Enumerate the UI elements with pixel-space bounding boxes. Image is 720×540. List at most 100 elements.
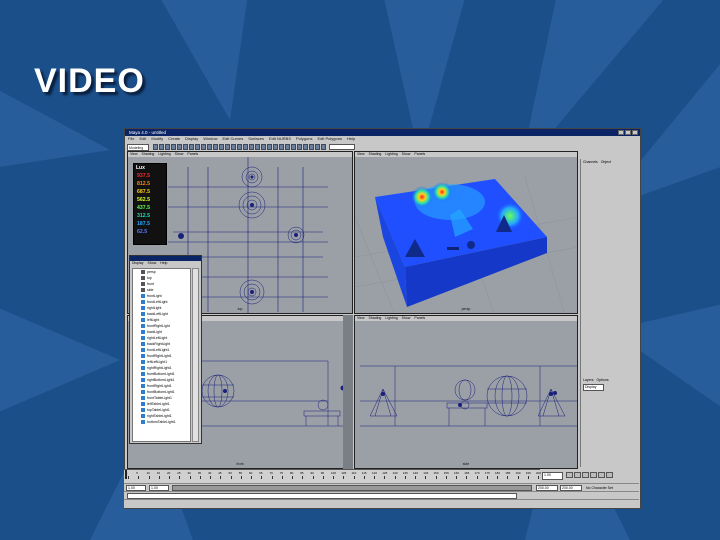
time-tick-label: 20 xyxy=(167,471,171,475)
highlight-selection-icon[interactable] xyxy=(243,144,248,150)
select-hierarchy-icon[interactable] xyxy=(171,144,176,150)
outliner-menu-show[interactable]: Show xyxy=(147,261,156,266)
current-frame-field[interactable]: 1.00 xyxy=(542,472,563,480)
go-to-end-icon[interactable] xyxy=(606,472,613,478)
mask-render-icon[interactable] xyxy=(225,144,230,150)
time-tick-label: 145 xyxy=(423,471,429,475)
time-tick-label: 140 xyxy=(413,471,419,475)
go-to-start-icon[interactable] xyxy=(566,472,573,478)
layer-editor-tab-layers[interactable]: Layers xyxy=(583,377,594,383)
light-icon xyxy=(141,336,145,340)
list-item[interactable]: bottomTableLight1 xyxy=(133,419,190,425)
history-icon[interactable] xyxy=(291,144,296,150)
mask-handle-icon[interactable] xyxy=(189,144,194,150)
time-tick-label: 40 xyxy=(208,471,212,475)
channel-box-tab-object[interactable]: Object xyxy=(601,159,611,165)
select-object-icon[interactable] xyxy=(177,144,182,150)
render-globals-icon[interactable] xyxy=(309,144,314,150)
playback-controls xyxy=(566,472,613,478)
close-button[interactable] xyxy=(632,130,638,135)
mask-dynamic-icon[interactable] xyxy=(219,144,224,150)
snap-view-plane-icon[interactable] xyxy=(267,144,272,150)
time-tick-label: 165 xyxy=(464,471,470,475)
current-time-marker[interactable] xyxy=(125,470,127,479)
time-tick-label: 150 xyxy=(433,471,439,475)
light-icon xyxy=(141,300,145,304)
light-icon xyxy=(141,360,145,364)
light-icon xyxy=(141,396,145,400)
layer-display-dropdown[interactable]: Display xyxy=(583,384,604,391)
step-back-icon[interactable] xyxy=(574,472,581,478)
minimize-button[interactable] xyxy=(618,130,624,135)
new-scene-icon[interactable] xyxy=(153,144,158,150)
viewport-persp[interactable]: View Shading Lighting Show Panels persp xyxy=(354,151,578,314)
time-tick-mark xyxy=(384,476,386,479)
time-tick-mark xyxy=(148,476,150,479)
play-back-icon[interactable] xyxy=(582,472,589,478)
legend-value: 187.5 xyxy=(137,221,150,227)
step-forward-icon[interactable] xyxy=(598,472,605,478)
time-tick-mark xyxy=(425,476,427,479)
window-title: Maya 4.0 - untitled xyxy=(129,130,167,135)
render-icon[interactable] xyxy=(297,144,302,150)
mask-misc-icon[interactable] xyxy=(231,144,236,150)
time-tick-mark xyxy=(507,476,509,479)
time-tick-mark xyxy=(322,476,324,479)
persp-heatmap-scene xyxy=(355,176,577,313)
lock-selection-icon[interactable] xyxy=(237,144,242,150)
time-tick-label: 5 xyxy=(136,471,138,475)
select-component-icon[interactable] xyxy=(183,144,188,150)
time-tick-label: 105 xyxy=(341,471,347,475)
lux-legend: Lux 937.5 812.5 687.5 562.5 437.5 312.5 … xyxy=(133,163,167,245)
pane-divider[interactable] xyxy=(343,315,353,469)
outliner-menu-help[interactable]: Help xyxy=(160,261,167,266)
camera-icon xyxy=(141,282,145,286)
outliner-scrollbar[interactable] xyxy=(192,268,199,442)
make-live-icon[interactable] xyxy=(273,144,278,150)
outliner-menu-display[interactable]: Display xyxy=(132,261,143,266)
time-slider[interactable]: 1510152025303540455055606570758085909510… xyxy=(124,469,541,484)
time-tick-label: 15 xyxy=(156,471,161,475)
time-tick-label: 155 xyxy=(443,471,449,475)
name-field[interactable] xyxy=(329,144,355,150)
time-tick-mark xyxy=(333,476,334,479)
rename-icon[interactable] xyxy=(321,144,326,150)
time-tick-mark xyxy=(517,476,519,479)
time-tick-mark xyxy=(230,476,232,479)
output-ops-icon[interactable] xyxy=(285,144,290,150)
layer-editor-tab-options[interactable]: Options xyxy=(597,377,609,383)
mask-deform-icon[interactable] xyxy=(213,144,218,150)
light-icon xyxy=(141,354,145,358)
viewport-label: persp xyxy=(461,307,471,311)
mask-joint-icon[interactable] xyxy=(195,144,200,150)
legend-value: 812.5 xyxy=(137,181,150,187)
legend-value: 312.5 xyxy=(137,213,150,219)
maximize-button[interactable] xyxy=(625,130,631,135)
light-icon xyxy=(141,348,145,352)
save-scene-icon[interactable] xyxy=(165,144,170,150)
mask-curve-icon[interactable] xyxy=(201,144,206,150)
snap-curve-icon[interactable] xyxy=(255,144,260,150)
layer-editor: Layers Options Display xyxy=(580,377,639,467)
time-tick-mark xyxy=(210,476,211,479)
open-scene-icon[interactable] xyxy=(159,144,164,150)
snap-grid-icon[interactable] xyxy=(249,144,254,150)
time-tick-mark xyxy=(292,476,293,479)
legend-value: 937.5 xyxy=(137,173,150,179)
snap-point-icon[interactable] xyxy=(261,144,266,150)
hypershade-icon[interactable] xyxy=(315,144,320,150)
mask-surface-icon[interactable] xyxy=(207,144,212,150)
channel-box-tab-channels[interactable]: Channels xyxy=(583,159,598,165)
camera-icon xyxy=(141,288,145,292)
play-forward-icon[interactable] xyxy=(590,472,597,478)
time-tick-label: 95 xyxy=(320,471,325,475)
viewport-side[interactable]: View Shading Lighting Show Panels side xyxy=(354,315,578,469)
input-ops-icon[interactable] xyxy=(279,144,284,150)
ipr-render-icon[interactable] xyxy=(303,144,308,150)
time-tick-label: 65 xyxy=(259,471,263,475)
time-tick-mark xyxy=(271,476,273,479)
time-tick-label: 45 xyxy=(218,471,222,475)
character-set-dropdown[interactable]: No Character Set xyxy=(586,486,613,490)
outliner-list: persp top front side frontLight frontLef… xyxy=(132,268,191,442)
mode-dropdown[interactable]: Modeling xyxy=(127,143,149,151)
